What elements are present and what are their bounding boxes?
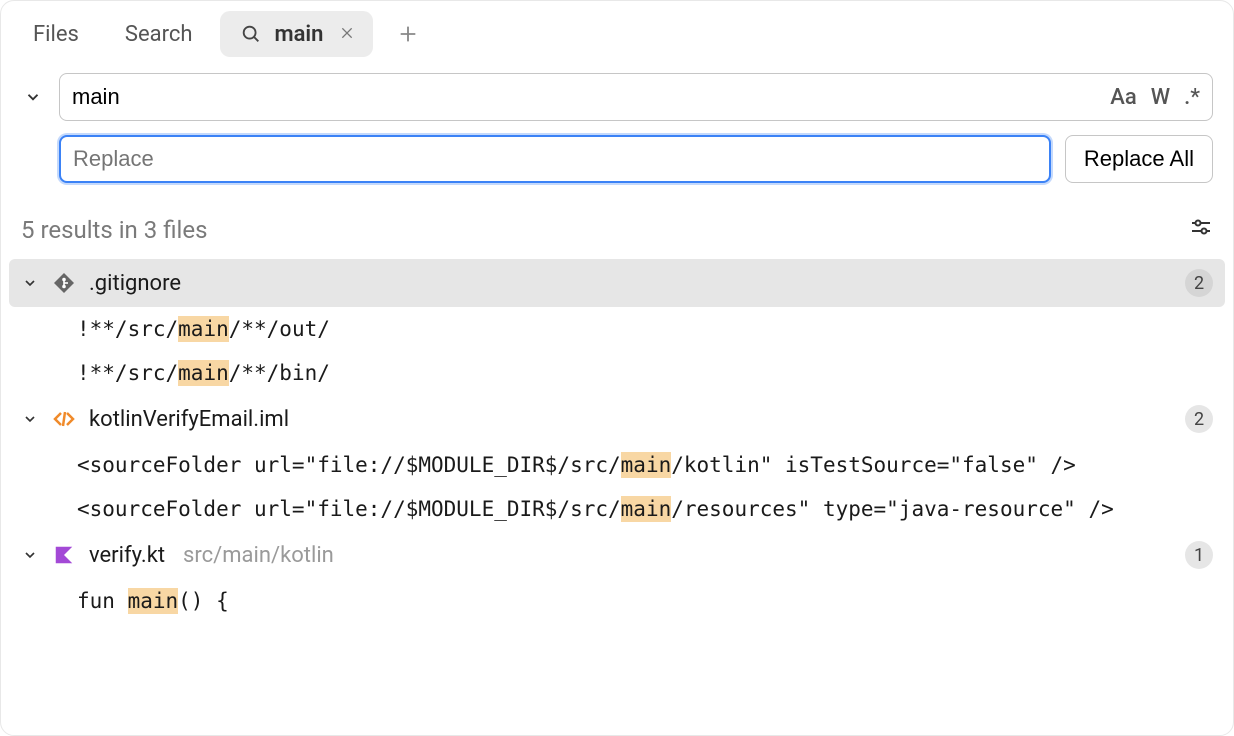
chevron-down-icon <box>21 275 39 291</box>
tab-active-label: main <box>274 22 323 47</box>
chevron-down-icon <box>21 547 39 563</box>
file-name: .gitignore <box>89 271 181 296</box>
regex-toggle[interactable]: .* <box>1184 85 1200 110</box>
file-group-header[interactable]: kotlinVerifyEmail.iml 2 <box>1 395 1233 443</box>
match-case-toggle[interactable]: Aa <box>1110 85 1136 110</box>
replace-input[interactable] <box>73 146 1037 172</box>
close-tab-icon[interactable] <box>339 22 355 46</box>
tab-files-label: Files <box>33 22 79 47</box>
tabs-bar: Files Search main <box>1 1 1233 57</box>
tab-active-search-query[interactable]: main <box>220 11 373 57</box>
file-group-header[interactable]: verify.kt src/main/kotlin 1 <box>1 531 1233 579</box>
file-group-header[interactable]: .gitignore 2 <box>9 259 1225 307</box>
file-name: verify.kt <box>89 543 165 568</box>
match-line[interactable]: <sourceFolder url="file://$MODULE_DIR$/s… <box>1 443 1233 487</box>
tab-files[interactable]: Files <box>15 12 97 57</box>
match-line[interactable]: fun main() { <box>1 579 1233 623</box>
results-header: 5 results in 3 files <box>1 205 1233 259</box>
match-highlight: main <box>621 496 672 522</box>
match-line[interactable]: !**/src/main/**/bin/ <box>1 351 1233 395</box>
match-count-badge: 1 <box>1185 541 1213 569</box>
search-panel: Files Search main Aa <box>0 0 1234 736</box>
tab-search-label: Search <box>125 22 193 47</box>
new-tab-button[interactable] <box>383 19 433 49</box>
file-type-icon <box>51 270 77 296</box>
match-highlight: main <box>178 316 229 342</box>
file-type-icon <box>51 406 77 432</box>
search-input-options: Aa W .* <box>1110 85 1200 110</box>
collapse-replace-button[interactable] <box>21 88 45 106</box>
results-summary: 5 results in 3 files <box>21 216 207 244</box>
match-count-badge: 2 <box>1185 269 1213 297</box>
match-count-badge: 2 <box>1185 405 1213 433</box>
match-highlight: main <box>128 588 179 614</box>
search-icon <box>238 21 264 47</box>
match-word-toggle[interactable]: W <box>1151 85 1170 110</box>
results-options-icon[interactable] <box>1189 215 1213 245</box>
replace-input-container <box>59 135 1051 183</box>
replace-all-button[interactable]: Replace All <box>1065 135 1213 183</box>
file-type-icon <box>51 542 77 568</box>
match-highlight: main <box>178 360 229 386</box>
match-highlight: main <box>621 452 672 478</box>
results-list: .gitignore 2 !**/src/main/**/out/!**/src/m… <box>1 259 1233 623</box>
match-line[interactable]: <sourceFolder url="file://$MODULE_DIR$/s… <box>1 487 1233 531</box>
chevron-down-icon <box>21 411 39 427</box>
match-line[interactable]: !**/src/main/**/out/ <box>1 307 1233 351</box>
search-input-container: Aa W .* <box>59 73 1213 121</box>
search-inputs: Aa W .* Replace All <box>1 57 1233 205</box>
file-path: src/main/kotlin <box>183 543 334 568</box>
search-input[interactable] <box>72 84 1110 110</box>
file-name: kotlinVerifyEmail.iml <box>89 407 289 432</box>
tab-search[interactable]: Search <box>107 12 211 57</box>
